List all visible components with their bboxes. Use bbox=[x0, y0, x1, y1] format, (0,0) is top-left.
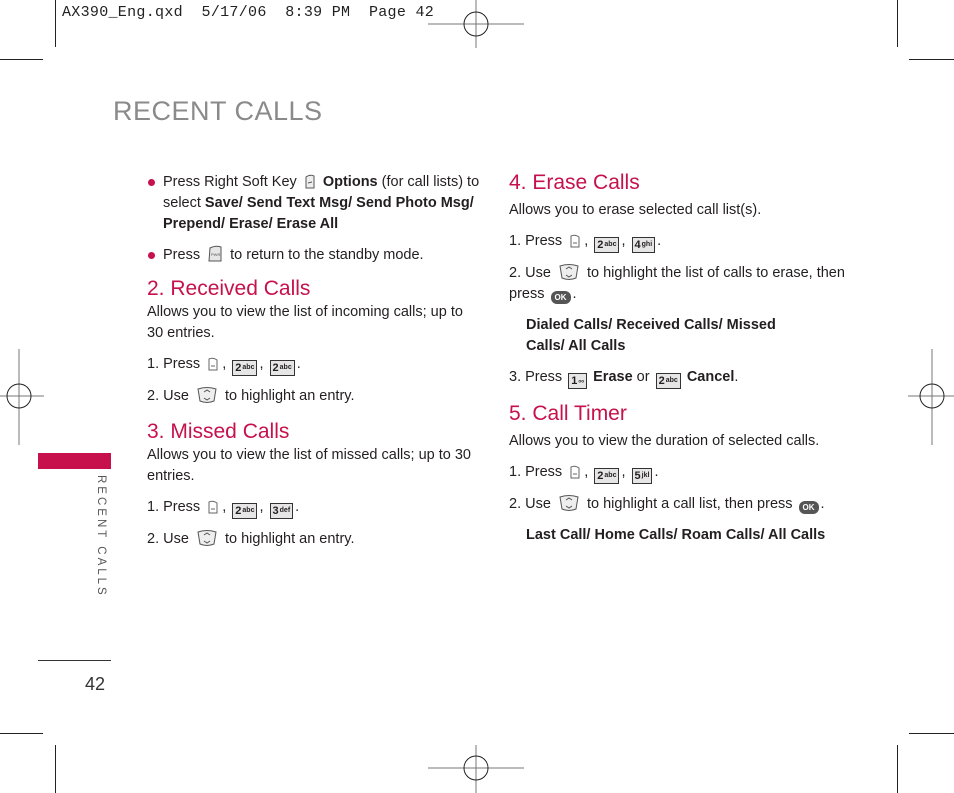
left-soft-key-icon bbox=[208, 357, 218, 371]
timer-desc: Allows you to view the duration of selec… bbox=[509, 433, 820, 449]
navigation-key-icon bbox=[559, 264, 579, 280]
right-soft-key-icon bbox=[305, 174, 315, 189]
missed-desc: Allows you to view the list of missed ca… bbox=[147, 447, 471, 484]
registration-mark-bottom bbox=[428, 745, 524, 793]
crop-mark bbox=[0, 733, 43, 734]
navigation-key-icon bbox=[559, 495, 579, 511]
key-2: 2abc bbox=[232, 503, 258, 519]
left-soft-key-icon bbox=[570, 234, 580, 248]
crop-mark bbox=[55, 0, 56, 47]
bullet-options: Press Right Soft Key Options (for call l… bbox=[147, 172, 482, 235]
crop-mark bbox=[0, 59, 43, 60]
registration-mark-top bbox=[428, 0, 524, 48]
svg-text:PWR: PWR bbox=[211, 252, 220, 257]
left-soft-key-icon bbox=[208, 500, 218, 514]
section-tab-bar bbox=[38, 453, 111, 469]
key-5: 5jkl bbox=[631, 468, 653, 484]
ok-key-icon: OK bbox=[550, 291, 571, 304]
missed-step-2: 2. Use to highlight an entry. bbox=[147, 530, 355, 547]
erase-options: Dialed Calls/ Received Calls/ Missed Cal… bbox=[526, 317, 776, 354]
page-title: RECENT CALLS bbox=[113, 96, 323, 126]
heading-erase-calls: 4. Erase Calls bbox=[509, 171, 640, 194]
heading-missed-calls: 3. Missed Calls bbox=[147, 420, 290, 443]
footer-rule bbox=[38, 660, 111, 661]
key-4: 4ghi bbox=[631, 237, 656, 253]
key-2: 2abc bbox=[232, 360, 258, 376]
bullet-dot bbox=[148, 252, 155, 259]
missed-step-1: 1. Press , 2abc, 3def. bbox=[147, 499, 300, 519]
right-column: 4. Erase Calls Allows you to erase selec… bbox=[509, 170, 854, 546]
crop-mark bbox=[897, 745, 898, 793]
timer-step-2: 2. Use to highlight a call list, then pr… bbox=[509, 495, 825, 514]
navigation-key-icon bbox=[197, 387, 217, 403]
erase-step-2: 2. Use to highlight the list of calls to… bbox=[509, 264, 845, 304]
left-soft-key-icon bbox=[570, 465, 580, 479]
crop-mark bbox=[909, 733, 954, 734]
crop-mark bbox=[55, 745, 56, 793]
key-2: 2abc bbox=[655, 373, 681, 389]
heading-call-timer: 5. Call Timer bbox=[509, 402, 627, 425]
timer-step-1: 1. Press , 2abc, 5jkl. bbox=[509, 464, 659, 484]
timer-options: Last Call/ Home Calls/ Roam Calls/ All C… bbox=[526, 527, 826, 543]
key-2: 2abc bbox=[269, 360, 295, 376]
crop-mark bbox=[897, 0, 898, 47]
page-number: 42 bbox=[85, 674, 106, 694]
ok-key-icon: OK bbox=[798, 501, 819, 514]
heading-received-calls: 2. Received Calls bbox=[147, 277, 311, 300]
end-key-icon: PWR bbox=[208, 245, 222, 262]
erase-desc: Allows you to erase selected call list(s… bbox=[509, 202, 762, 218]
left-column: Press Right Soft Key Options (for call l… bbox=[147, 172, 482, 550]
key-2: 2abc bbox=[594, 237, 620, 253]
navigation-key-icon bbox=[197, 530, 217, 546]
received-step-2: 2. Use to highlight an entry. bbox=[147, 387, 355, 404]
registration-mark-right bbox=[908, 349, 954, 445]
file-slug: AX390_Eng.qxd 5/17/06 8:39 PM Page 42 bbox=[62, 4, 435, 21]
bullet-dot bbox=[148, 179, 155, 186]
received-desc: Allows you to view the list of incoming … bbox=[147, 304, 463, 341]
registration-mark-left bbox=[0, 349, 44, 445]
erase-step-3: 3. Press 1ₒₒ Erase or 2abc Cancel. bbox=[509, 369, 739, 389]
side-tab-label: RECENT CALLS bbox=[95, 475, 107, 598]
bullet-end-key: Press PWR to return to the standby mode. bbox=[147, 245, 482, 266]
received-step-1: 1. Press , 2abc, 2abc. bbox=[147, 356, 301, 376]
key-1: 1ₒₒ bbox=[568, 373, 588, 389]
key-2: 2abc bbox=[594, 468, 620, 484]
erase-step-1: 1. Press , 2abc, 4ghi. bbox=[509, 233, 662, 253]
crop-mark bbox=[909, 59, 954, 60]
key-3: 3def bbox=[269, 503, 294, 519]
